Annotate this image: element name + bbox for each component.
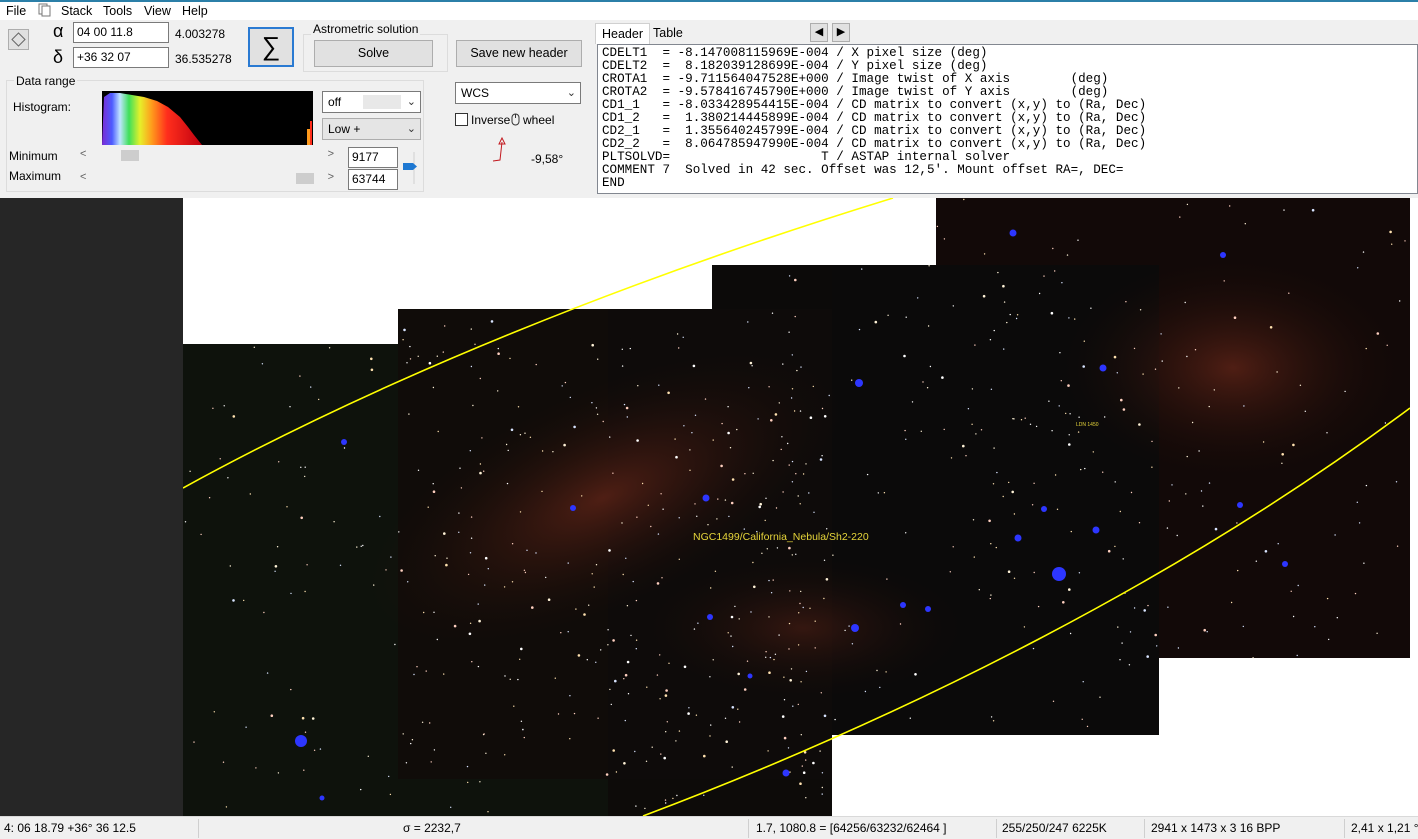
ra-input[interactable]: 04 00 11.8: [73, 22, 169, 43]
menu-view[interactable]: View: [144, 4, 171, 18]
status-bar: 4: 06 18.79 +36° 36 12.5 σ = 2232,7 1.7,…: [0, 816, 1418, 839]
status-cursor-coords: 4: 06 18.79 +36° 36 12.5: [4, 821, 136, 835]
saturation-trackbar[interactable]: [403, 150, 417, 186]
mouse-icon: [511, 113, 520, 126]
scroll-left-icon[interactable]: <: [80, 171, 86, 183]
solve-button[interactable]: Solve: [314, 40, 433, 67]
dec-decimal: 36.535278: [175, 52, 232, 66]
fits-header-lines: CDELT1 = -8.147008115969E-004 / X pixel …: [602, 46, 1147, 190]
tab-scroll-left-icon[interactable]: ◀: [810, 23, 828, 42]
nebula-annotation: NGC1499/California_Nebula/Sh2-220: [693, 531, 869, 543]
range-select-value: Low +: [328, 122, 361, 136]
status-dimensions: 2941 x 1473 x 3 16 BPP: [1151, 821, 1281, 835]
maximum-slider-thumb[interactable]: [296, 173, 314, 184]
minimum-slider[interactable]: < >: [76, 148, 338, 163]
image-left-margin: [0, 198, 183, 816]
chevron-down-icon: ⌄: [406, 123, 416, 135]
small-annotation: LDN 1450: [1076, 422, 1099, 428]
rotation-value: -9,58°: [531, 152, 564, 166]
data-range-title: Data range: [14, 74, 78, 88]
menu-stack[interactable]: Stack: [61, 4, 92, 18]
menu-bar: File Stack Tools View Help: [0, 0, 1418, 20]
fits-header-text[interactable]: CDELT1 = -8.147008115969E-004 / X pixel …: [597, 44, 1418, 194]
histogram: [102, 91, 313, 145]
tab-header[interactable]: Header: [595, 23, 650, 44]
status-scale: 2,41 x 1,21 °: [1351, 821, 1418, 835]
menu-help[interactable]: Help: [182, 4, 208, 18]
range-select[interactable]: Low + ⌄: [322, 118, 421, 140]
scroll-right-icon[interactable]: >: [328, 171, 334, 183]
chevron-down-icon: ⌄: [406, 96, 416, 108]
tab-scroll-right-icon[interactable]: ▶: [832, 23, 850, 42]
image-right-margin: [1410, 198, 1418, 816]
minimum-input[interactable]: 9177: [348, 147, 398, 168]
status-sigma: σ = 2232,7: [403, 821, 461, 835]
maximum-slider[interactable]: < >: [76, 171, 338, 186]
wcs-select-value: WCS: [461, 86, 489, 100]
stretch-select[interactable]: off ⌄: [322, 91, 421, 113]
histogram-label: Histogram:: [13, 100, 72, 114]
maximum-label: Maximum: [9, 169, 62, 183]
inverse-label: Inverse: [471, 113, 511, 127]
inverse-checkbox[interactable]: [455, 113, 468, 126]
wheel-label: wheel: [523, 113, 555, 127]
scroll-right-icon[interactable]: >: [328, 148, 334, 160]
dec-input[interactable]: +36 32 07: [73, 47, 169, 68]
status-rgb: 255/250/247 6225K: [1002, 821, 1107, 835]
stretch-select-value: off: [328, 95, 342, 109]
delta-symbol: δ: [53, 47, 64, 67]
chevron-down-icon: ⌄: [566, 87, 576, 99]
scroll-left-icon[interactable]: <: [80, 148, 86, 160]
stack-icon: [38, 3, 52, 17]
astrometric-title: Astrometric solution: [311, 22, 421, 36]
menu-tools[interactable]: Tools: [103, 4, 132, 18]
orientation-arrow-icon: [488, 136, 508, 166]
maximum-input[interactable]: 63744: [348, 169, 398, 190]
minimum-label: Minimum: [9, 149, 58, 163]
image-viewport[interactable]: NGC1499/California_Nebula/Sh2-220 LDN 14…: [0, 197, 1418, 817]
tab-table[interactable]: Table: [647, 23, 689, 44]
minimum-slider-thumb[interactable]: [121, 150, 139, 161]
stretch-preview: [363, 95, 401, 109]
sigma-button[interactable]: ∑: [248, 27, 294, 67]
menu-file[interactable]: File: [6, 4, 26, 18]
flip-button[interactable]: [8, 29, 29, 50]
ra-decimal: 4.003278: [175, 27, 226, 41]
mosaic-image: NGC1499/California_Nebula/Sh2-220 LDN 14…: [182, 197, 1411, 817]
wcs-select[interactable]: WCS ⌄: [455, 82, 581, 104]
save-new-header-button[interactable]: Save new header: [456, 40, 582, 67]
image-canvas: NGC1499/California_Nebula/Sh2-220 LDN 14…: [182, 197, 1411, 817]
alpha-symbol: α: [53, 21, 64, 41]
status-pixel-value: 1.7, 1080.8 = [64256/63232/62464 ]: [756, 821, 947, 835]
